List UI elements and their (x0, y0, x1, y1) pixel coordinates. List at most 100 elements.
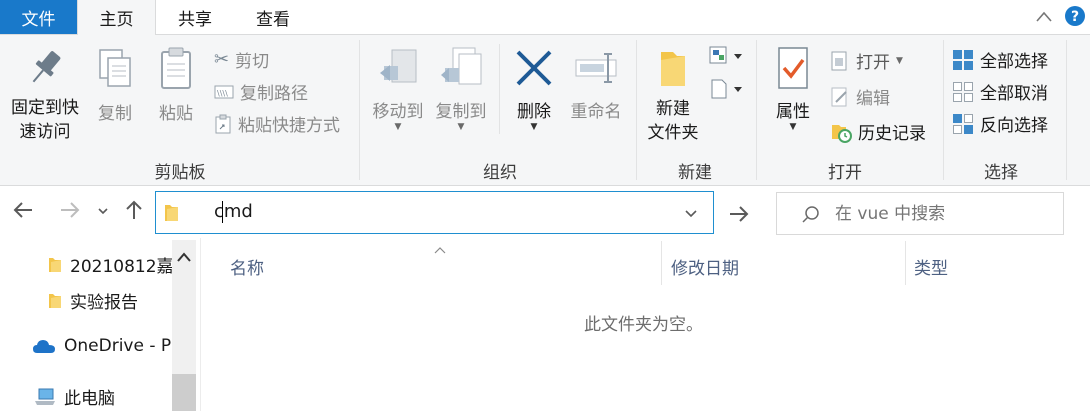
edit-label: 编辑 (856, 89, 890, 109)
collapse-ribbon-button[interactable] (1034, 7, 1054, 32)
tab-home[interactable]: 主页 (77, 0, 156, 35)
empty-folder-message: 此文件夹为空。 (584, 315, 703, 335)
paste-shortcut-button[interactable]: 粘贴快捷方式 (214, 111, 340, 136)
nav-item-label: 实验报告 (70, 293, 138, 313)
copy-label: 复制 (98, 104, 132, 124)
column-header-type[interactable]: 类型 (914, 254, 948, 279)
easy-access-button[interactable] (708, 78, 744, 105)
pane-divider (200, 238, 201, 411)
delete-label: 删除 (517, 102, 551, 122)
cut-label: 剪切 (235, 52, 270, 72)
nav-item-this-pc[interactable]: 此电脑 (34, 384, 115, 409)
folder-icon (49, 257, 61, 272)
chevron-down-icon (98, 208, 108, 215)
clipboard-group-label: 剪贴板 (154, 163, 206, 183)
tab-share[interactable]: 共享 (160, 0, 230, 34)
delete-x-icon (516, 50, 552, 86)
new-item-icon (709, 46, 742, 64)
open-label: 打开 (856, 53, 890, 73)
open-button[interactable]: 打开 ▼ (830, 48, 903, 73)
invert-selection-button[interactable]: 反向选择 (952, 111, 1048, 136)
paste-shortcut-icon (215, 114, 231, 133)
nav-item-onedrive[interactable]: OneDrive - P (32, 336, 171, 356)
copy-to-button[interactable]: 复制到 ▼ (431, 46, 491, 132)
chevron-down-icon: ▼ (530, 122, 538, 132)
ribbon-separator (1066, 40, 1067, 180)
ribbon-separator (499, 44, 500, 134)
organize-group-label: 组织 (483, 163, 517, 183)
paste-label: 粘贴 (159, 104, 193, 124)
column-header-modified[interactable]: 修改日期 (671, 254, 739, 279)
copy-path-icon: \\\\ (214, 85, 234, 98)
navigation-pane: 20210812嘉 实验报告 OneDrive - P 此电脑 (0, 238, 200, 411)
address-dropdown-button[interactable] (684, 206, 698, 226)
copy-to-label: 复制到 (435, 102, 487, 122)
copy-icon (99, 49, 131, 87)
chevron-down-icon (685, 210, 697, 218)
properties-button[interactable]: 属性 ▼ (764, 46, 822, 132)
arrow-right-icon (730, 206, 749, 222)
open-group-label: 打开 (828, 163, 862, 183)
select-none-label: 全部取消 (980, 84, 1048, 104)
copy-to-icon (441, 47, 482, 85)
recent-locations-button[interactable] (96, 203, 110, 223)
ribbon-separator (359, 40, 360, 180)
address-bar[interactable]: cmd (155, 191, 714, 234)
column-divider[interactable] (661, 241, 662, 285)
rename-button[interactable]: 重命名 (564, 46, 628, 122)
history-button[interactable]: 历史记录 (830, 119, 926, 144)
arrow-right-icon (61, 202, 80, 218)
cut-button[interactable]: ✂ 剪切 (214, 47, 269, 72)
rename-icon (575, 53, 617, 83)
properties-icon (778, 47, 808, 89)
easy-access-icon (711, 79, 742, 99)
ribbon-separator (636, 40, 637, 180)
paste-button[interactable]: 粘贴 (153, 46, 199, 124)
scroll-up-button[interactable] (176, 250, 192, 270)
folder-icon (661, 52, 685, 86)
move-to-label: 移动到 (372, 102, 424, 122)
history-icon (832, 124, 852, 143)
select-none-button[interactable]: 全部取消 (952, 79, 1048, 104)
onedrive-cloud-icon (33, 340, 55, 353)
copy-button[interactable]: 复制 (92, 46, 138, 124)
go-button[interactable] (728, 203, 750, 230)
nav-item-label: OneDrive - P (64, 336, 172, 356)
paste-shortcut-label: 粘贴快捷方式 (238, 116, 340, 136)
copy-path-button[interactable]: \\\\ 复制路径 (214, 79, 308, 104)
new-folder-button[interactable]: 新建 文件夹 (644, 46, 702, 145)
new-group-label: 新建 (678, 163, 712, 183)
pin-icon (32, 51, 61, 83)
delete-button[interactable]: 删除 ▼ (508, 46, 560, 132)
new-item-button[interactable] (708, 45, 744, 72)
up-button[interactable] (123, 199, 145, 226)
address-path-text[interactable]: cmd (214, 201, 253, 222)
forward-button[interactable] (59, 199, 81, 227)
ribbon-separator (943, 40, 944, 180)
help-icon: ? (1065, 6, 1085, 26)
tab-view[interactable]: 查看 (238, 0, 308, 34)
chevron-up-icon (1036, 11, 1052, 22)
copy-path-label: 复制路径 (240, 84, 308, 104)
help-button[interactable]: ? (1064, 5, 1086, 32)
pin-quick-access-button[interactable]: 固定到快 速访问 (6, 46, 84, 144)
chevron-up-icon (434, 247, 446, 254)
move-to-button[interactable]: 移动到 ▼ (368, 46, 428, 132)
select-all-button[interactable]: 全部选择 (952, 47, 1048, 72)
back-button[interactable] (12, 199, 34, 227)
nav-item-folder[interactable]: 实验报告 (48, 288, 138, 313)
nav-item-folder[interactable]: 20210812嘉 (48, 252, 174, 277)
column-divider[interactable] (905, 241, 906, 285)
nav-item-label: 此电脑 (64, 389, 115, 409)
properties-label: 属性 (776, 102, 810, 122)
ribbon-tab-bar: 文件 主页 共享 查看 ? (0, 0, 1090, 35)
search-input[interactable] (835, 202, 1055, 226)
edit-pencil-icon (831, 87, 847, 106)
search-box[interactable] (776, 192, 1064, 235)
tab-file[interactable]: 文件 (0, 0, 77, 34)
edit-button[interactable]: 编辑 (830, 84, 890, 109)
arrow-left-icon (13, 202, 32, 218)
column-header-name[interactable]: 名称 (230, 254, 264, 279)
nav-scrollbar-thumb[interactable] (172, 374, 196, 411)
rename-label: 重命名 (570, 102, 622, 122)
